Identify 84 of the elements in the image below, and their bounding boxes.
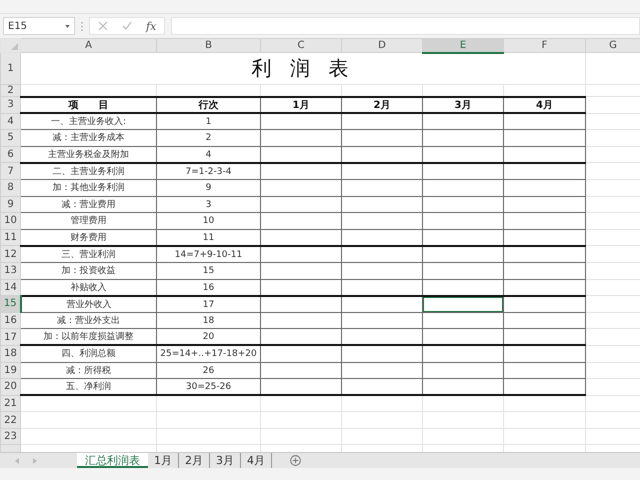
item-label: 二、主营业务利润: [52, 166, 124, 177]
row-header[interactable]: 23: [0, 428, 20, 445]
row-header[interactable]: 3: [0, 96, 20, 114]
item-label: 四、利润总额: [62, 349, 116, 360]
column-heading: 2月: [374, 100, 390, 111]
sheet-tab[interactable]: 汇总利润表: [77, 453, 148, 468]
check-icon[interactable]: [122, 21, 132, 31]
line-number: 15: [202, 266, 214, 276]
row-header[interactable]: 14: [0, 279, 20, 296]
line-number: 7=1-2-3-4: [186, 166, 232, 177]
line-number: 4: [206, 150, 212, 160]
line-number: 3: [206, 200, 212, 210]
column-heading: 1月: [292, 100, 310, 111]
column-header[interactable]: D: [342, 38, 422, 52]
item-label: 加：投资收益: [62, 266, 116, 276]
line-number: 2: [206, 133, 212, 144]
previous-sheet-icon[interactable]: [15, 458, 19, 464]
row-header[interactable]: 19: [0, 362, 20, 379]
row-header[interactable]: 17: [0, 328, 20, 346]
row-header[interactable]: 12: [0, 246, 20, 262]
line-number: 10: [202, 216, 214, 226]
column-heading: 行次: [198, 100, 218, 111]
row-header[interactable]: 22: [0, 412, 20, 428]
row-header[interactable]: 5: [0, 130, 20, 146]
cancel-icon[interactable]: [98, 21, 108, 31]
add-sheet-icon[interactable]: [290, 455, 301, 466]
line-number: 17: [202, 300, 214, 310]
row-header[interactable]: 20: [0, 378, 20, 396]
caret-icon: [65, 24, 70, 28]
item-label: 减：营业外支出: [57, 316, 120, 326]
item-label: 减：营业费用: [62, 200, 116, 210]
row-header[interactable]: 4: [0, 113, 20, 130]
item-label: 补贴收入: [70, 282, 106, 293]
column-header[interactable]: C: [260, 38, 342, 52]
line-number: 25=14+..+17-18+20: [160, 349, 257, 360]
column-header[interactable]: F: [504, 38, 586, 52]
item-label: 加：以前年度损益调整: [44, 332, 134, 342]
column-heading: 3月: [454, 100, 472, 111]
insert-function-button[interactable]: fx: [146, 20, 156, 32]
row-header[interactable]: 9: [0, 196, 20, 213]
item-label: 减：主营业务成本: [52, 133, 124, 144]
row-header[interactable]: 18: [0, 345, 20, 362]
line-number: 30=25-26: [186, 382, 232, 392]
drag-handle-icon[interactable]: [81, 22, 83, 30]
item-label: 加：其他业务利润: [52, 183, 124, 194]
line-number: 9: [206, 183, 212, 194]
item-label: 减：所得税: [66, 366, 111, 376]
line-number: 26: [202, 366, 214, 376]
column-heading: 项 目: [68, 100, 108, 111]
row-header[interactable]: 11: [0, 229, 20, 246]
row-header[interactable]: 1: [0, 52, 20, 84]
item-label: 主营业务税金及附加: [48, 150, 129, 160]
row-header[interactable]: 16: [0, 312, 20, 329]
column-header[interactable]: G: [586, 38, 640, 52]
line-number: 20: [202, 332, 214, 342]
sheet-title: 利 润 表: [252, 56, 354, 80]
row-header[interactable]: 2: [0, 84, 20, 96]
next-sheet-icon[interactable]: [33, 458, 37, 464]
row-header[interactable]: 7: [0, 162, 20, 180]
line-number: 18: [202, 316, 214, 326]
column-header[interactable]: E: [422, 38, 504, 52]
line-number: 16: [202, 282, 214, 293]
item-label: 三、营业利润: [62, 250, 116, 260]
column-header[interactable]: B: [156, 38, 260, 52]
row-header[interactable]: 15: [0, 296, 20, 312]
selected-cell[interactable]: [424, 298, 502, 312]
column-heading: 4月: [536, 100, 553, 111]
select-all-icon[interactable]: [11, 43, 18, 50]
row-header[interactable]: 6: [0, 146, 20, 163]
row-header[interactable]: 21: [0, 395, 20, 412]
row-header[interactable]: 13: [0, 262, 20, 280]
name-box[interactable]: E15: [3, 17, 75, 35]
item-label: 一、主营业务收入:: [50, 117, 126, 128]
column-header[interactable]: A: [20, 38, 156, 52]
line-number: 14=7+9-10-11: [174, 250, 242, 260]
row-header[interactable]: 10: [0, 212, 20, 230]
line-number: 11: [202, 232, 214, 243]
item-label: 管理费用: [70, 216, 106, 226]
formula-input[interactable]: [171, 17, 640, 35]
row-header[interactable]: 8: [0, 179, 20, 196]
line-number: 1: [206, 117, 212, 128]
item-label: 财务费用: [70, 232, 106, 243]
item-label: 营业外收入: [66, 300, 112, 310]
item-label: 五、净利润: [66, 382, 111, 392]
